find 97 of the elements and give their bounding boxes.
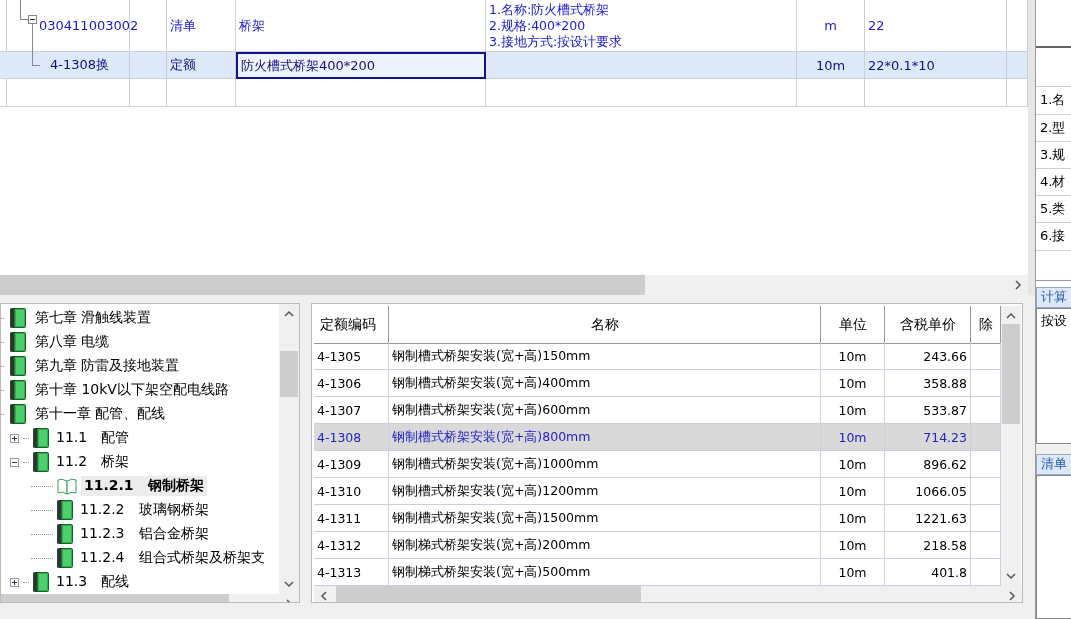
book-icon [57,500,73,520]
book-icon [57,524,73,544]
quantity-text: 22*0.1*10 [868,57,935,73]
scroll-right-icon[interactable] [1014,280,1022,290]
table-cell[interactable]: 10m [821,505,885,532]
tree-item[interactable]: 11.3 配线 [53,572,133,592]
item-code: 4-1308换 [50,56,110,74]
item-name: 桥架 [239,16,265,35]
table-cell[interactable]: 4-1312 [314,532,389,559]
table-cell[interactable]: 10m [821,478,885,505]
feature-label: 6.接 [1036,222,1071,250]
item-type: 清单 [170,16,196,35]
tree-item[interactable]: 11.2.4 组合式桥架及桥架支 [77,548,268,568]
tree-item[interactable]: 第七章 滑触线装置 [32,308,155,328]
expand-icon[interactable] [10,433,19,443]
feature-text: 2.规格:400*200 [489,17,586,34]
table-cell[interactable]: 钢制槽式桥架安装(宽+高)800mm [389,424,821,451]
scroll-up-icon[interactable] [1006,312,1016,320]
table-cell[interactable]: 1066.05 [885,478,971,505]
table-cell[interactable]: 钢制槽式桥架安装(宽+高)1500mm [389,505,821,532]
feature-label: 3.规 [1036,140,1071,168]
table-cell[interactable]: 4-1308 [314,424,389,451]
item-type: 定额 [170,56,196,74]
book-icon [33,452,49,472]
name-input[interactable]: 防火槽式桥架400*200 [241,56,376,75]
table-cell[interactable]: 4-1310 [314,478,389,505]
item-code: 030411003002 [39,18,139,33]
table-cell [1036,249,1071,281]
scrollbar-thumb[interactable] [280,351,298,397]
tree-item[interactable]: 11.2 桥架 [53,452,133,472]
table-cell [130,79,167,107]
scroll-left-icon[interactable] [320,591,328,601]
table-cell[interactable]: 钢制槽式桥架安装(宽+高)150mm [389,343,821,370]
book-icon [10,308,26,328]
table-cell[interactable]: 钢制梯式桥架安装(宽+高)200mm [389,532,821,559]
book-icon [10,404,26,424]
table-cell[interactable]: 钢制槽式桥架安装(宽+高)1200mm [389,478,821,505]
scrollbar-thumb[interactable] [336,586,641,602]
column-header[interactable]: 名称 [389,306,821,344]
table-cell[interactable]: 896.62 [885,451,971,478]
book-icon [10,356,26,376]
unit-text: m [824,18,837,33]
table-cell[interactable]: 10m [821,343,885,370]
panel-header[interactable]: 清单 [1036,453,1071,476]
panel-header[interactable]: 计算 [1036,286,1071,308]
book-icon [33,572,49,592]
feature-label: 5.类 [1036,195,1071,223]
scrollbar-thumb[interactable] [0,275,645,295]
scroll-right-icon[interactable] [1008,591,1016,601]
table-cell[interactable]: 243.66 [885,343,971,370]
table-cell[interactable]: 1221.63 [885,505,971,532]
feature-label: 4.材 [1036,167,1071,196]
scrollbar-thumb[interactable] [1002,324,1020,424]
tree-item[interactable]: 第十章 10kV以下架空配电线路 [32,380,232,400]
tree-item[interactable]: 第十一章 配管、配线 [32,404,169,424]
tree-item[interactable]: 11.2.2 玻璃钢桥架 [77,500,212,520]
scroll-down-icon[interactable] [284,580,294,588]
table-cell [1007,79,1028,107]
table-cell[interactable]: 10m [821,532,885,559]
column-header[interactable]: 含税单价 [885,306,971,344]
table-cell[interactable]: 4-1311 [314,505,389,532]
expand-icon[interactable] [10,577,19,587]
table-cell[interactable] [971,424,1001,451]
scroll-down-icon[interactable] [1006,572,1016,580]
book-icon [10,380,26,400]
open-book-icon [57,477,77,495]
scroll-up-icon[interactable] [284,310,294,318]
book-icon [33,428,49,448]
collapse-icon[interactable] [28,15,37,24]
tree-item[interactable]: 第九章 防雷及接地装置 [32,356,183,376]
tree-item[interactable]: 第八章 电缆 [32,332,113,352]
quantity-text: 22 [868,18,885,33]
column-header[interactable]: 单位 [821,306,885,344]
table-cell[interactable]: 358.88 [885,370,971,397]
tree-item[interactable]: 11.1 配管 [53,428,133,448]
book-icon [57,548,73,568]
book-icon [10,332,26,352]
tree-item[interactable]: 11.2.3 铝合金桥架 [77,524,212,544]
table-cell[interactable]: 714.23 [885,424,971,451]
collapse-icon[interactable] [10,457,19,467]
table-cell[interactable]: 4-1306 [314,370,389,397]
table-cell[interactable]: 10m [821,451,885,478]
feature-label: 2.型 [1036,113,1071,141]
table-cell[interactable]: 218.58 [885,532,971,559]
table-cell[interactable]: 4-1309 [314,451,389,478]
table-cell[interactable]: 钢制槽式桥架安装(宽+高)1000mm [389,451,821,478]
table-cell[interactable]: 4-1305 [314,343,389,370]
feature-text: 1.名称:防火槽式桥架 [489,1,610,18]
tree-item[interactable]: 11.2.1 钢制桥架 [81,476,207,496]
column-header[interactable]: 定额编码 [314,306,389,344]
table-cell[interactable]: 钢制槽式桥架安装(宽+高)400mm [389,370,821,397]
unit-text: 10m [815,57,846,73]
table-cell[interactable]: 10m [821,370,885,397]
feature-label: 1.名 [1036,86,1071,114]
text-area[interactable] [1036,475,1071,619]
feature-text: 3.接地方式:按设计要求 [489,33,623,50]
table-cell[interactable]: 10m [821,424,885,451]
